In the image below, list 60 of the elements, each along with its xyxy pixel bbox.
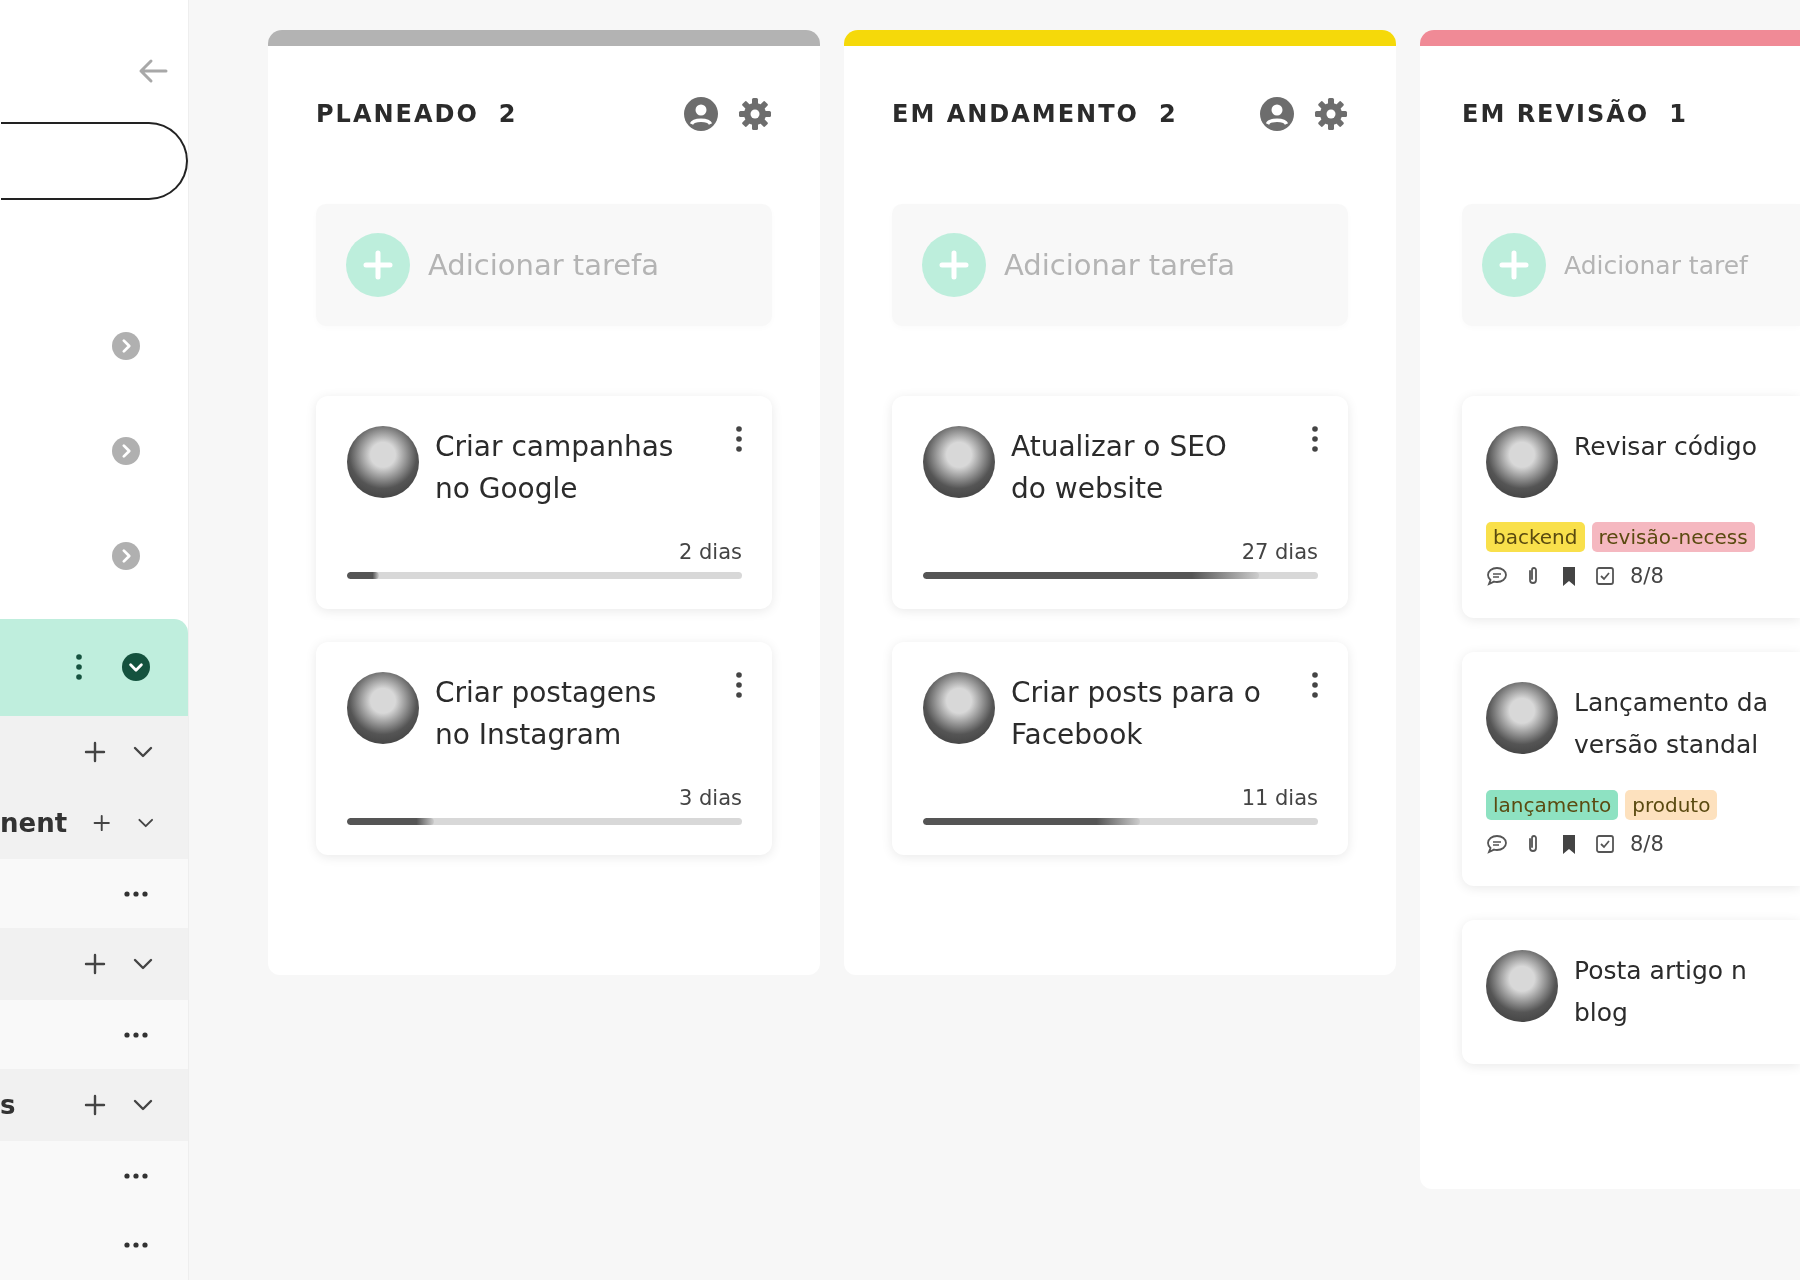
plus-icon[interactable] <box>84 740 106 763</box>
due-time: 11 dias <box>1241 786 1318 810</box>
task-title: Lançamento da versão standal <box>1574 687 1769 761</box>
tag[interactable]: backend <box>1486 522 1585 552</box>
more-icon[interactable] <box>124 1172 148 1179</box>
settings-icon[interactable] <box>1314 97 1348 131</box>
more-icon[interactable] <box>124 1031 148 1038</box>
input-field[interactable] <box>1 122 188 200</box>
kebab-menu-icon[interactable] <box>736 672 742 698</box>
plus-circle-icon <box>922 233 986 297</box>
kebab-menu-icon[interactable] <box>1312 426 1318 452</box>
column-count: 2 <box>498 100 516 128</box>
task-title: Posta artigo n blog <box>1574 955 1748 1029</box>
task-title: Criar campanhas no Google <box>435 429 675 507</box>
tag[interactable]: revisão-necess <box>1591 522 1755 552</box>
chevron-down-icon[interactable] <box>122 653 150 682</box>
sidebar-item[interactable]: nent <box>0 787 188 859</box>
due-time: 27 dias <box>1241 540 1318 564</box>
checklist-count: 8/8 <box>1630 564 1664 588</box>
active-sidebar-item[interactable] <box>0 618 188 716</box>
user-icon[interactable] <box>1260 97 1294 131</box>
task-title: Atualizar o SEO do website <box>1011 429 1228 507</box>
task-card[interactable]: Criar posts para o Facebook 11 dias <box>892 642 1348 855</box>
due-time: 2 dias <box>679 540 742 564</box>
sidebar-item[interactable]: s <box>0 1069 188 1141</box>
more-icon[interactable] <box>124 1242 148 1249</box>
task-title: Criar postagens no Instagram <box>435 675 658 753</box>
plus-circle-icon <box>346 233 410 297</box>
task-card[interactable]: Criar postagens no Instagram 3 dias <box>316 642 772 855</box>
checkbox-icon <box>1594 833 1616 855</box>
task-title: Criar posts para o Facebook <box>1011 675 1262 753</box>
column-title: EM ANDAMENTO <box>892 100 1139 128</box>
column-count: 1 <box>1669 100 1686 128</box>
tag[interactable]: produto <box>1625 790 1718 820</box>
task-card[interactable]: Posta artigo n blog <box>1462 920 1800 1064</box>
user-icon[interactable] <box>684 97 718 131</box>
plus-circle-icon <box>1482 233 1546 297</box>
column-count: 2 <box>1158 100 1176 128</box>
sidebar-label[interactable]: s <box>0 1090 16 1121</box>
kebab-menu-icon[interactable] <box>76 654 82 681</box>
more-icon[interactable] <box>124 890 148 897</box>
checklist-count: 8/8 <box>1630 832 1664 856</box>
task-card[interactable]: Atualizar o SEO do website 27 dias <box>892 396 1348 609</box>
comment-icon <box>1486 565 1508 587</box>
task-card[interactable]: Revisar código backend revisão-necess 8/8 <box>1462 396 1800 618</box>
task-card[interactable]: Criar campanhas no Google 2 dias <box>316 396 772 609</box>
comment-icon <box>1486 833 1508 855</box>
due-time: 3 dias <box>679 786 742 810</box>
plus-icon[interactable] <box>84 953 106 976</box>
column-title: PLANEADO <box>316 100 479 128</box>
settings-icon[interactable] <box>738 97 772 131</box>
task-title: Revisar código <box>1574 431 1758 463</box>
tag[interactable]: lançamento <box>1486 790 1619 820</box>
kebab-menu-icon[interactable] <box>1312 672 1318 698</box>
sidebar-label[interactable]: nent <box>0 808 68 839</box>
task-card[interactable]: Lançamento da versão standal lançamento produto 8/8 <box>1462 652 1800 886</box>
checkbox-icon <box>1594 565 1616 587</box>
kebab-menu-icon[interactable] <box>736 426 742 452</box>
column-title: EM REVISÃO <box>1462 100 1650 128</box>
plus-icon[interactable] <box>84 1094 106 1117</box>
